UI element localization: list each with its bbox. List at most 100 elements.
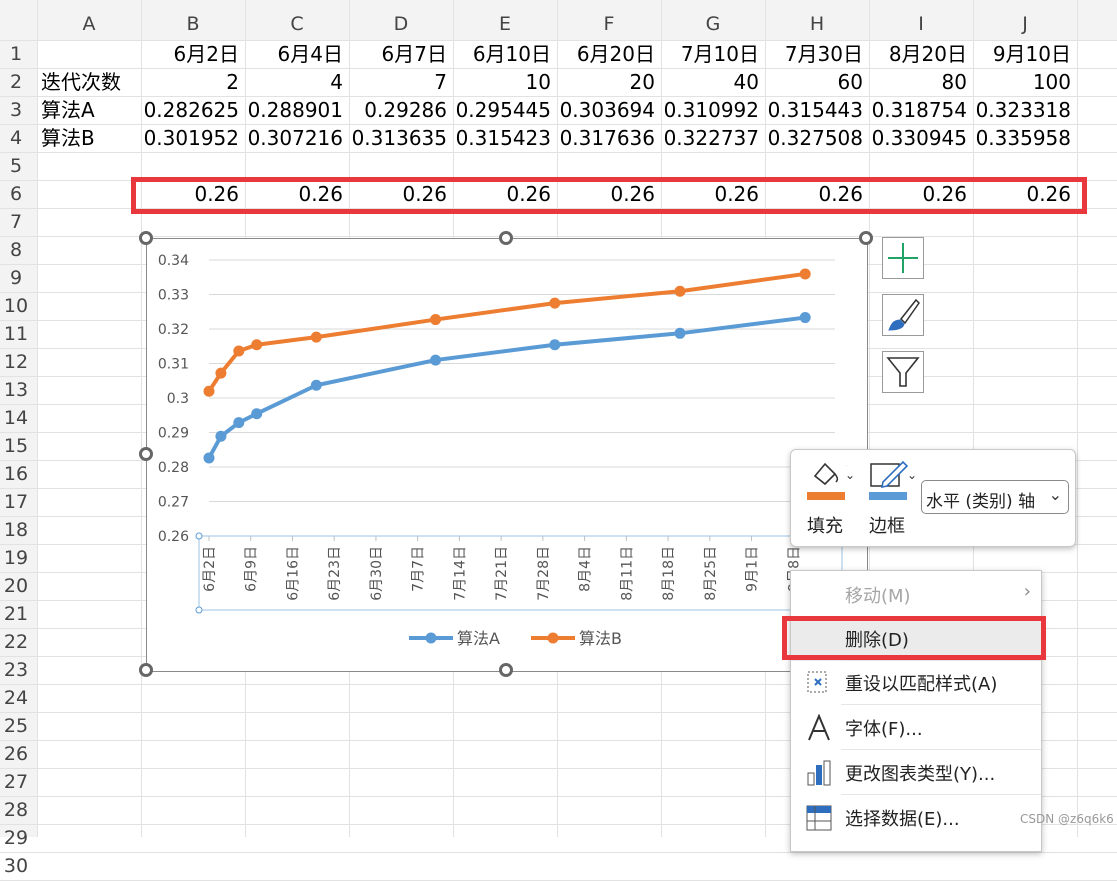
row-header-10[interactable]: 10 bbox=[0, 292, 32, 320]
cell-J1[interactable]: 9月10日 bbox=[973, 40, 1071, 68]
row-header-2[interactable]: 2 bbox=[0, 68, 32, 96]
row-header-20[interactable]: 20 bbox=[0, 572, 32, 600]
row-header-4[interactable]: 4 bbox=[0, 124, 32, 152]
cell-B4[interactable]: 0.301952 bbox=[141, 124, 239, 152]
row-header-25[interactable]: 25 bbox=[0, 712, 32, 740]
cell-I4[interactable]: 0.330945 bbox=[869, 124, 967, 152]
column-header-A[interactable]: A bbox=[37, 10, 141, 38]
row-header-15[interactable]: 15 bbox=[0, 432, 32, 460]
chart-filters-button[interactable] bbox=[882, 351, 924, 393]
menu-item-5[interactable]: 选择数据(E)... bbox=[791, 796, 1041, 840]
cell-B3[interactable]: 0.282625 bbox=[141, 96, 239, 124]
row-header-26[interactable]: 26 bbox=[0, 740, 32, 768]
menu-item-3[interactable]: 字体(F)... bbox=[791, 706, 1041, 750]
resize-handle-top-left[interactable] bbox=[139, 231, 153, 245]
row-header-19[interactable]: 19 bbox=[0, 544, 32, 572]
cell-G1[interactable]: 7月10日 bbox=[661, 40, 759, 68]
cell-A4[interactable]: 算法B bbox=[41, 124, 95, 152]
row-header-16[interactable]: 16 bbox=[0, 460, 32, 488]
menu-item-0[interactable]: 移动(M) › bbox=[791, 573, 1041, 617]
row-header-27[interactable]: 27 bbox=[0, 768, 32, 796]
chart-element-select[interactable]: 水平 (类别) 轴 ⌄ bbox=[921, 480, 1069, 514]
cell-D1[interactable]: 6月7日 bbox=[349, 40, 447, 68]
row-header-17[interactable]: 17 bbox=[0, 488, 32, 516]
resize-handle-middle-left[interactable] bbox=[139, 447, 153, 461]
row-header-12[interactable]: 12 bbox=[0, 348, 32, 376]
row-header-21[interactable]: 21 bbox=[0, 600, 32, 628]
resize-handle-bottom-left[interactable] bbox=[139, 663, 153, 677]
row-header-13[interactable]: 13 bbox=[0, 376, 32, 404]
row-header-7[interactable]: 7 bbox=[0, 208, 32, 236]
cell-I2[interactable]: 80 bbox=[869, 68, 967, 96]
column-header-D[interactable]: D bbox=[349, 10, 453, 38]
chart-area[interactable]: 0.34 0.33 0.32 0.31 0.3 0.29 0.28 0.27 0.26 6月2日 6… bbox=[146, 238, 868, 672]
row-header-29[interactable]: 29 bbox=[0, 824, 32, 852]
cell-G3[interactable]: 0.310992 bbox=[661, 96, 759, 124]
chart-styles-button[interactable] bbox=[882, 294, 924, 336]
resize-handle-top-center[interactable] bbox=[499, 231, 513, 245]
cell-D3[interactable]: 0.29286 bbox=[349, 96, 447, 124]
cell-B2[interactable]: 2 bbox=[141, 68, 239, 96]
cell-H3[interactable]: 0.315443 bbox=[765, 96, 863, 124]
menu-item-4[interactable]: 更改图表类型(Y)... bbox=[791, 751, 1041, 795]
column-header-J[interactable]: J bbox=[973, 10, 1077, 38]
cell-E1[interactable]: 6月10日 bbox=[453, 40, 551, 68]
cell-G4[interactable]: 0.322737 bbox=[661, 124, 759, 152]
cell-F1[interactable]: 6月20日 bbox=[557, 40, 655, 68]
cell-D2[interactable]: 7 bbox=[349, 68, 447, 96]
row-header-5[interactable]: 5 bbox=[0, 152, 32, 180]
cell-C3[interactable]: 0.288901 bbox=[245, 96, 343, 124]
data-point bbox=[203, 452, 215, 464]
cell-C2[interactable]: 4 bbox=[245, 68, 343, 96]
row-header-9[interactable]: 9 bbox=[0, 264, 32, 292]
cell-E4[interactable]: 0.315423 bbox=[453, 124, 551, 152]
row-header-28[interactable]: 28 bbox=[0, 796, 32, 824]
cell-A3[interactable]: 算法A bbox=[41, 96, 95, 124]
cell-G2[interactable]: 40 bbox=[661, 68, 759, 96]
cell-I1[interactable]: 8月20日 bbox=[869, 40, 967, 68]
row-header-6[interactable]: 6 bbox=[0, 180, 32, 208]
fill-button[interactable]: ⌄ 填充 bbox=[805, 458, 859, 538]
cell-C4[interactable]: 0.307216 bbox=[245, 124, 343, 152]
cell-H2[interactable]: 60 bbox=[765, 68, 863, 96]
column-header-I[interactable]: I bbox=[869, 10, 973, 38]
row-header-22[interactable]: 22 bbox=[0, 628, 32, 656]
paint-bucket-icon bbox=[813, 462, 847, 486]
cell-J3[interactable]: 0.323318 bbox=[973, 96, 1071, 124]
row-header-8[interactable]: 8 bbox=[0, 236, 32, 264]
cell-E2[interactable]: 10 bbox=[453, 68, 551, 96]
cell-E3[interactable]: 0.295445 bbox=[453, 96, 551, 124]
column-header-G[interactable]: G bbox=[661, 10, 765, 38]
column-header-B[interactable]: B bbox=[141, 10, 245, 38]
column-header-H[interactable]: H bbox=[765, 10, 869, 38]
row-header-11[interactable]: 11 bbox=[0, 320, 32, 348]
row-header-18[interactable]: 18 bbox=[0, 516, 32, 544]
chart-elements-button[interactable] bbox=[882, 237, 924, 279]
resize-handle-top-right[interactable] bbox=[859, 231, 873, 245]
cell-J2[interactable]: 100 bbox=[973, 68, 1071, 96]
cell-F2[interactable]: 20 bbox=[557, 68, 655, 96]
cell-J4[interactable]: 0.335958 bbox=[973, 124, 1071, 152]
row-header-1[interactable]: 1 bbox=[0, 40, 32, 68]
resize-handle-bottom-center[interactable] bbox=[499, 663, 513, 677]
row-header-23[interactable]: 23 bbox=[0, 656, 32, 684]
column-header-C[interactable]: C bbox=[245, 10, 349, 38]
row-header-30[interactable]: 30 bbox=[0, 852, 32, 880]
cell-D4[interactable]: 0.313635 bbox=[349, 124, 447, 152]
border-button[interactable]: ⌄ 边框 bbox=[867, 458, 921, 538]
y-tick-label: 0.34 bbox=[158, 253, 189, 269]
row-header-24[interactable]: 24 bbox=[0, 684, 32, 712]
cell-F4[interactable]: 0.317636 bbox=[557, 124, 655, 152]
cell-I3[interactable]: 0.318754 bbox=[869, 96, 967, 124]
menu-item-2[interactable]: 重设以匹配样式(A) bbox=[791, 661, 1041, 705]
row-header-14[interactable]: 14 bbox=[0, 404, 32, 432]
cell-F3[interactable]: 0.303694 bbox=[557, 96, 655, 124]
column-header-E[interactable]: E bbox=[453, 10, 557, 38]
cell-H1[interactable]: 7月30日 bbox=[765, 40, 863, 68]
row-header-3[interactable]: 3 bbox=[0, 96, 32, 124]
cell-C1[interactable]: 6月4日 bbox=[245, 40, 343, 68]
cell-B1[interactable]: 6月2日 bbox=[141, 40, 239, 68]
cell-H4[interactable]: 0.327508 bbox=[765, 124, 863, 152]
column-header-F[interactable]: F bbox=[557, 10, 661, 38]
cell-A2[interactable]: 迭代次数 bbox=[41, 68, 121, 96]
